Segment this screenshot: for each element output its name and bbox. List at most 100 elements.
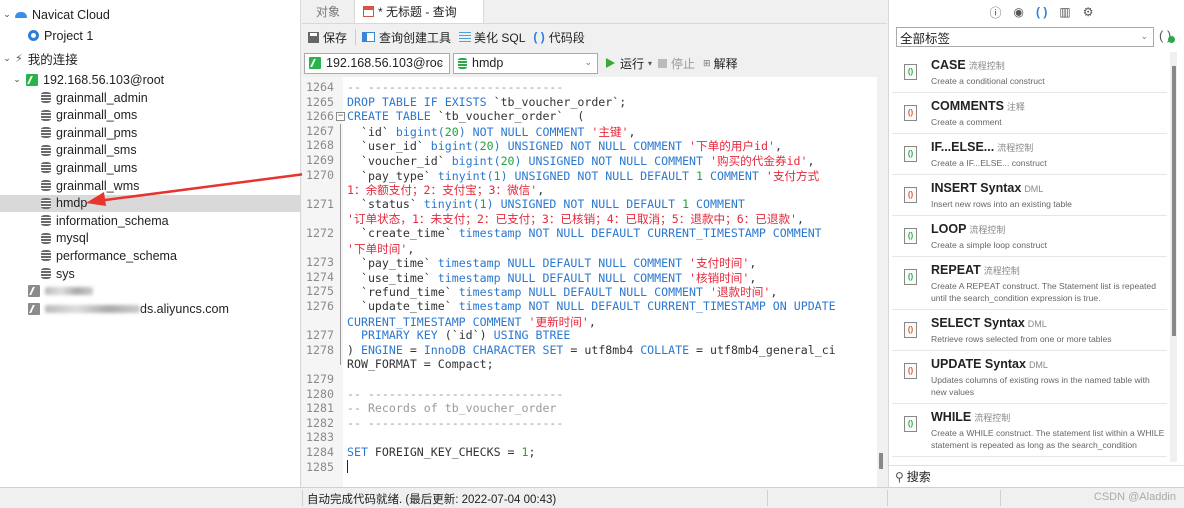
run-button[interactable]: 运行 ▾ (606, 55, 658, 72)
snippet-tag: 流程控制 (968, 61, 1005, 71)
tab-query[interactable]: * 无标题 - 查询 (354, 0, 485, 23)
tree-label: 我的连接 (27, 53, 78, 67)
code-line: CREATE TABLE `tb_voucher_order` ( (347, 109, 584, 123)
token-kw: timestamp NULL DEFAULT NULL COMMENT (437, 256, 690, 271)
chevron-down-icon[interactable]: ⌄ (2, 9, 12, 20)
line-number: 1276 (306, 299, 334, 313)
snippet-item[interactable]: () LOOP 流程控制 Create a simple loop construct (892, 216, 1167, 257)
tree-item-database[interactable]: mysql (0, 230, 300, 247)
token-cmt: -- ---------------------------- (347, 386, 564, 401)
template-icon[interactable]: ▥ (1059, 5, 1070, 19)
snippet-item[interactable]: () COMMENTS 注释 Create a comment (892, 93, 1167, 134)
chevron-down-icon[interactable]: ⌄ (2, 53, 12, 64)
database-select[interactable]: hmdp ⌄ (453, 52, 598, 74)
add-snippet-icon[interactable]: ( ) (1159, 28, 1176, 43)
token-text: , (588, 314, 596, 329)
beautify-sql-button[interactable]: 美化 SQL (459, 29, 525, 46)
token-num: 20 (500, 154, 515, 168)
line-number: 1274 (306, 269, 334, 284)
tree-item-connection-3[interactable]: ds.aliyuncs.com (0, 300, 300, 317)
token-kw: bigint( (451, 154, 501, 168)
snippet-description: Create a simple loop construct (931, 240, 1048, 250)
snippet-name: IF...ELSE... (931, 140, 995, 154)
status-divider (767, 490, 768, 506)
tree-item-database[interactable]: hmdp (0, 194, 300, 212)
preview-icon[interactable]: ◉ (1014, 5, 1024, 19)
line-number: 1272 (306, 226, 334, 240)
token-text: ) (347, 342, 361, 357)
scrollbar-thumb[interactable] (879, 453, 883, 469)
snippet-scrollbar[interactable] (1170, 52, 1177, 462)
token-text: , (628, 124, 636, 139)
snippet-name: COMMENTS (931, 99, 1004, 113)
tree-item-database[interactable]: performance_schema (0, 247, 300, 264)
snippet-search[interactable]: ⚲ 搜索 (889, 465, 1184, 487)
snippet-item[interactable]: () CASE 流程控制 Create a conditional construct (892, 52, 1167, 93)
fold-toggle-icon[interactable]: − (336, 112, 345, 122)
tree-item-database[interactable]: sys (0, 265, 300, 282)
button-label: 美化 SQL (474, 30, 526, 45)
tree-item-database[interactable]: grainmall_ums (0, 159, 300, 176)
tree-item-database[interactable]: grainmall_oms (0, 107, 300, 124)
token-cmt: -- ---------------------------- (347, 80, 564, 94)
scrollbar-thumb[interactable] (1172, 66, 1176, 336)
token-text: `tb_voucher_order`; (493, 94, 627, 109)
tree-item-database[interactable]: grainmall_pms (0, 124, 300, 141)
tree-item-connection[interactable]: ⌄ 192.168.56.103@root (0, 71, 300, 88)
tree-item-my-connections[interactable]: ⌄ ⚡ 我的连接 (0, 50, 300, 67)
tree-item-database[interactable]: information_schema (0, 212, 300, 229)
tree-item-project[interactable]: Project 1 (0, 27, 300, 44)
token-text: `tb_voucher_order` ( (437, 109, 585, 124)
database-icon (41, 232, 51, 244)
token-text: , (797, 212, 805, 227)
tag-filter-select[interactable]: 全部标签 ⌄ (896, 27, 1154, 47)
settings-icon[interactable]: ⚙ (1083, 5, 1094, 19)
database-icon (41, 162, 51, 174)
info-icon[interactable]: ⓘ (990, 4, 1002, 21)
tree-label: Project 1 (44, 28, 94, 43)
chevron-down-icon[interactable]: ⌄ (12, 74, 22, 85)
database-icon (41, 92, 51, 103)
tree-item-navicat-cloud[interactable]: ⌄ Navicat Cloud (0, 6, 300, 23)
snippet-item[interactable]: () REPEAT 流程控制 Create A REPEAT construct. T… (892, 257, 1167, 310)
explain-button[interactable]: ⊞ 解释 (703, 55, 738, 72)
chevron-down-icon: ⌄ (1140, 31, 1148, 41)
tree-item-database[interactable]: grainmall_admin (0, 89, 300, 106)
snippet-name: REPEAT (931, 263, 981, 277)
code-line: `id` bigint(20) NOT NULL COMMENT '主键', (347, 124, 636, 140)
stop-button[interactable]: 停止 (658, 55, 695, 72)
connection-group-icon: ⚡ (15, 53, 23, 65)
snippet-item[interactable]: () UPDATE Syntax DML Updates columns of exi… (892, 351, 1167, 404)
token-text: `voucher_id` (347, 154, 452, 168)
redacted-text (45, 286, 93, 295)
code-line: `pay_time` timestamp NULL DEFAULT NULL C… (347, 255, 756, 271)
run-dropdown-icon[interactable]: ▾ (648, 59, 652, 68)
snippet-item[interactable]: () SELECT Syntax DML Retrieve rows selected… (892, 310, 1167, 351)
query-builder-button[interactable]: 查询创建工具 (362, 29, 451, 46)
tree-item-database[interactable]: grainmall_wms (0, 177, 300, 194)
save-button[interactable]: 保存 (308, 29, 347, 46)
database-icon (41, 197, 51, 209)
fold-guide (340, 123, 341, 365)
code-snippet-icon[interactable]: ( ) (1036, 5, 1047, 19)
tree-item-connection-2[interactable] (0, 282, 300, 299)
button-label: 运行 (620, 56, 645, 71)
tree-item-database[interactable]: grainmall_sms (0, 142, 300, 159)
snippet-item[interactable]: () WHILE 流程控制 Create a WHILE construct. The… (892, 404, 1167, 457)
token-kw: timestamp NULL DEFAULT NULL COMMENT (437, 270, 690, 285)
sql-editor[interactable]: 1264 1265 1266 1267 1268 1269 1270 1271 1272 1273… (302, 77, 877, 487)
tab-objects[interactable]: 对象 (302, 0, 354, 23)
connection-select[interactable]: 192.168.56.103@roc ⌄ (304, 52, 450, 74)
snippet-item[interactable]: () INSERT Syntax DML Insert new rows into a… (892, 175, 1167, 216)
code-line: ) ENGINE = InnoDB CHARACTER SET = utf8mb… (347, 343, 836, 357)
token-text: , (774, 139, 782, 154)
token-num: 20 (444, 124, 459, 139)
snippet-item[interactable]: () IF...ELSE... 流程控制 Create a IF...ELSE... … (892, 134, 1167, 175)
editor-scrollbar[interactable] (877, 77, 887, 487)
snippet-name: UPDATE Syntax (931, 357, 1026, 371)
line-number: 1273 (306, 255, 334, 270)
code-snippet-button[interactable]: ( ) 代码段 (533, 29, 584, 46)
code-line: `use_time` timestamp NULL DEFAULT NULL C… (347, 270, 756, 286)
snippet-title: CASE 流程控制 (931, 58, 1005, 72)
watermark: CSDN @Aladdin (1093, 491, 1176, 503)
